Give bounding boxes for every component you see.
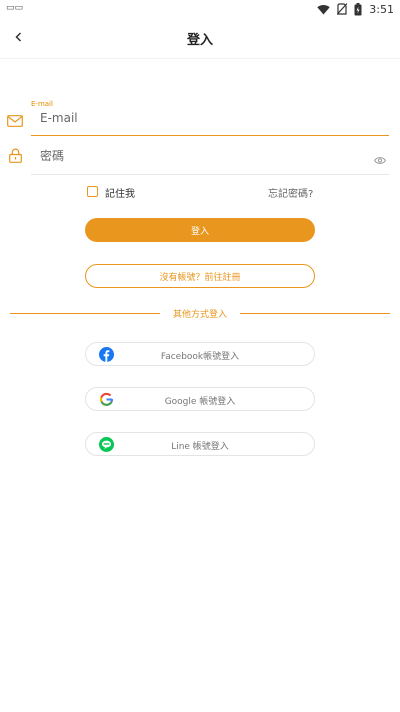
facebook-login-label: Facebook帳號登入 — [160, 352, 240, 362]
forgot-password-link[interactable]: 忘記密碼? — [268, 185, 313, 200]
google-login-label: Google 帳號登入 — [164, 397, 236, 407]
notification-icon: ▭▭ — [6, 3, 24, 13]
password-underline — [31, 174, 389, 175]
register-button-label: 沒有帳號？前往註冊 — [159, 272, 241, 283]
google-login-button[interactable]: Google 帳號登入 — [85, 387, 315, 411]
no-sim-icon — [337, 3, 348, 15]
remember-me-label: 記住我 — [105, 189, 135, 200]
divider-right — [240, 313, 390, 314]
password-field[interactable] — [40, 146, 360, 166]
email-underline — [31, 135, 389, 136]
line-login-label: Line 帳號登入 — [171, 442, 229, 452]
lock-icon — [9, 148, 22, 167]
email-field[interactable] — [40, 108, 380, 128]
show-password-icon[interactable] — [374, 150, 386, 169]
app-header: 登入 — [0, 18, 400, 59]
status-bar: ▭▭ 3:51 — [0, 0, 400, 18]
clock: 3:51 — [369, 2, 394, 16]
line-login-button[interactable]: Line 帳號登入 — [85, 432, 315, 456]
mail-icon — [7, 112, 23, 131]
wifi-icon — [317, 4, 330, 15]
battery-icon — [354, 2, 362, 16]
register-button[interactable]: 沒有帳號？前往註冊 — [85, 264, 315, 288]
remember-me-checkbox[interactable] — [87, 186, 98, 197]
login-button[interactable]: 登入 — [85, 218, 315, 242]
page-title: 登入 — [186, 33, 213, 48]
email-floating-label: E-mail — [31, 100, 53, 108]
login-button-label: 登入 — [190, 226, 209, 237]
facebook-login-button[interactable]: Facebook帳號登入 — [85, 342, 315, 366]
